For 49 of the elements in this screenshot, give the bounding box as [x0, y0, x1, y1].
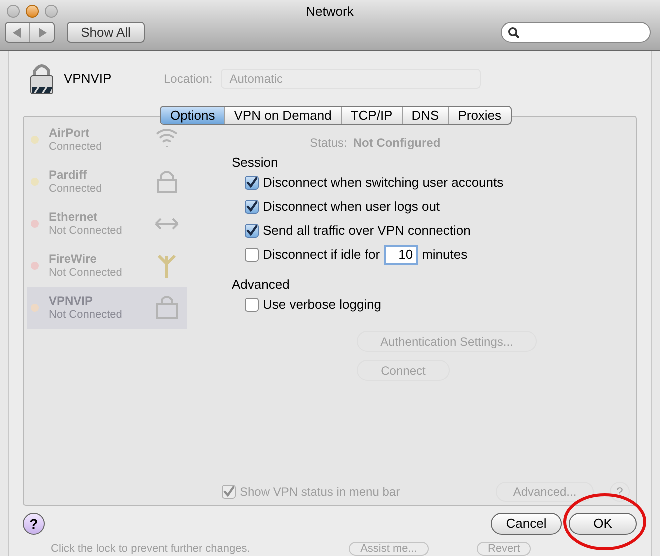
checkbox[interactable] — [245, 200, 259, 214]
service-status: Not Connected — [49, 224, 124, 238]
tab[interactable]: Proxies — [448, 107, 511, 124]
checkbox-label: Send all traffic over VPN connection — [263, 222, 471, 240]
section-heading: Session — [232, 155, 280, 171]
service-name: FireWire — [49, 252, 98, 266]
tab[interactable]: VPN on Demand — [224, 107, 341, 124]
show-vpn-status-label: Show VPN status in menu bar — [240, 484, 400, 501]
service-status: Connected — [49, 182, 104, 196]
service-status: Not Connected — [49, 308, 124, 322]
section-heading: Advanced — [232, 277, 291, 293]
window-title: Network — [306, 3, 354, 21]
lock-icon — [28, 62, 56, 96]
checkbox-label: Disconnect when switching user accounts — [263, 174, 504, 192]
search-icon — [508, 26, 520, 38]
checkbox-label: Use verbose logging — [263, 296, 382, 314]
zoom-window-button[interactable] — [45, 5, 58, 18]
ok-button[interactable]: OK — [569, 513, 637, 535]
tab[interactable]: TCP/IP — [340, 107, 402, 124]
checkbox[interactable] — [245, 224, 259, 238]
service-name: Pardiff — [49, 168, 88, 182]
checkbox[interactable] — [222, 485, 236, 499]
status-value: Not Configured — [353, 135, 441, 152]
cancel-button[interactable]: Cancel — [491, 513, 562, 535]
service-name: VPNVIP — [49, 294, 94, 308]
service-name: Ethernet — [49, 210, 99, 224]
minutes-field[interactable]: 10 — [384, 245, 418, 265]
status-label: Status: — [310, 135, 348, 152]
checkbox-label: Disconnect when user logs out — [263, 198, 440, 216]
checkbox[interactable] — [245, 248, 259, 262]
minimize-window-button[interactable] — [26, 5, 39, 18]
navigation-buttons[interactable] — [5, 22, 55, 43]
unit-label: minutes — [422, 246, 468, 264]
search-field[interactable] — [501, 22, 651, 43]
service-status: Not Connected — [49, 266, 124, 280]
checkbox-label: Disconnect if idle for — [263, 246, 380, 264]
service-name: AirPort — [49, 126, 91, 140]
help-button[interactable]: ? — [23, 513, 45, 535]
tab[interactable]: Options — [161, 107, 224, 124]
service-name: VPNVIP — [64, 70, 113, 88]
checkbox[interactable] — [245, 176, 259, 190]
service-status: Connected — [49, 140, 104, 154]
checkbox[interactable] — [245, 298, 259, 312]
close-window-button[interactable] — [7, 5, 20, 18]
show-all-button[interactable]: Show All — [67, 22, 145, 43]
location-label: Location: — [164, 70, 213, 88]
tab[interactable]: DNS — [402, 107, 448, 124]
service-icon — [153, 294, 181, 322]
lock-status-text: Click the lock to prevent further changes. — [51, 543, 252, 555]
